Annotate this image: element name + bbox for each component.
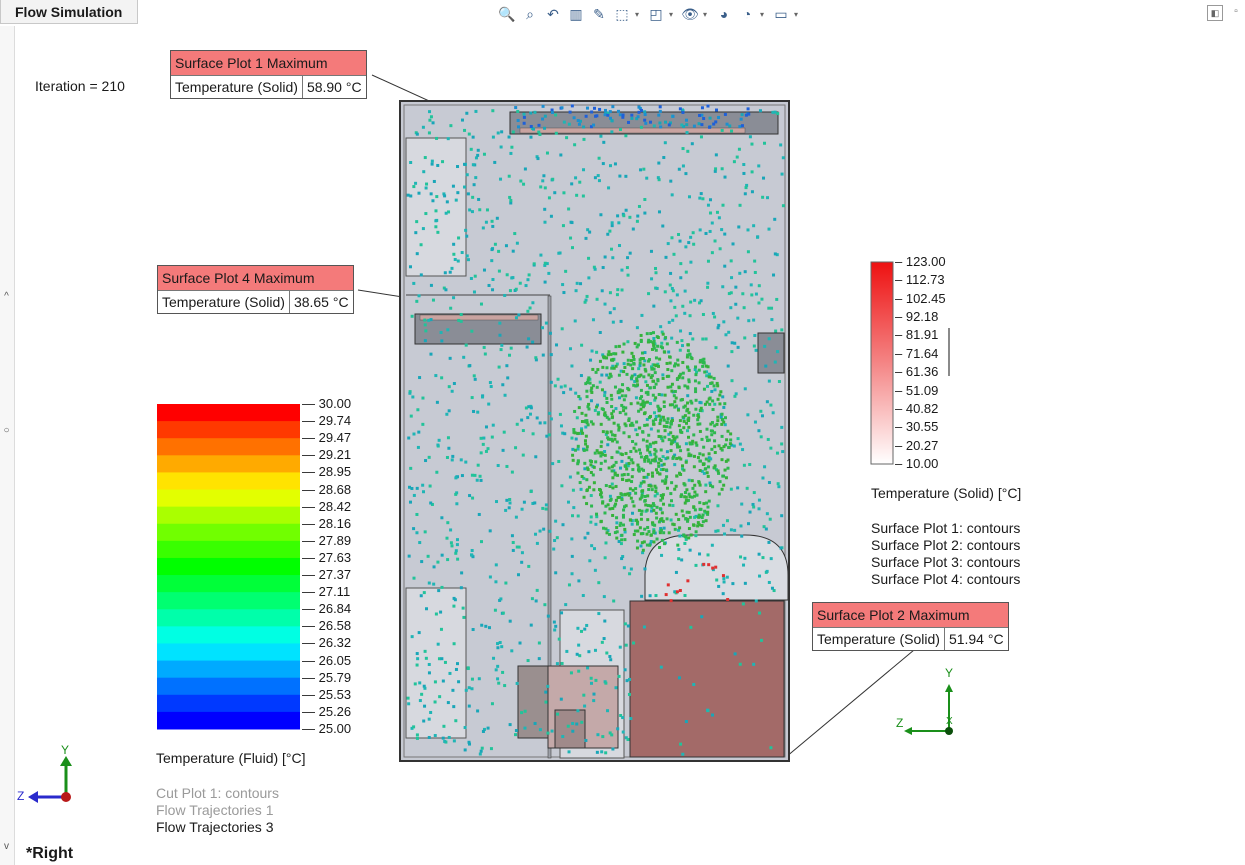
- surface-plot-4-callout[interactable]: Surface Plot 4 Maximum Temperature (Soli…: [157, 265, 354, 314]
- callout-parameter: Temperature (Solid): [171, 76, 303, 98]
- solid-legend-tick: – 71.64: [895, 345, 939, 361]
- colorbar-band: [157, 489, 300, 508]
- solid-legend-tick: – 61.36: [895, 364, 939, 380]
- colorbar-band: [157, 643, 300, 662]
- triad-right-x-label: X: [946, 716, 953, 727]
- solid-legend-label: Temperature (Solid) [°C]: [871, 485, 1022, 501]
- fluid-legend-tick: — 25.00: [302, 721, 352, 736]
- colorbar-band: [157, 711, 300, 730]
- solid-legend-tick: – 112.73: [895, 272, 945, 288]
- fluid-legend-tick: — 26.32: [302, 635, 352, 651]
- triad-right-z-label: Z: [896, 716, 904, 730]
- colorbar-band: [157, 575, 300, 593]
- solid-temperature-colorbar: [870, 261, 894, 465]
- callout-value: 58.90 °C: [306, 79, 362, 95]
- solid-legend-tick: – 20.27: [895, 437, 939, 453]
- callout-value: 51.94 °C: [948, 631, 1004, 647]
- colorbar-band: [157, 660, 300, 679]
- colorbar-band: [157, 540, 300, 559]
- fluid-legend-label: Temperature (Fluid) [°C]: [156, 750, 306, 766]
- fluid-legend-tick: — 25.26: [302, 703, 352, 719]
- fluid-legend-tick: — 25.53: [302, 686, 352, 702]
- colorbar-band: [157, 677, 300, 696]
- solid-legend-tick: – 51.09: [895, 382, 939, 398]
- plot-item-flow-trajectories-1[interactable]: Flow Trajectories 1: [156, 802, 279, 819]
- fluid-legend-tick: — 27.11: [302, 584, 351, 600]
- solid-legend-tick: – 81.91: [895, 327, 939, 343]
- fluid-legend-tick: — 26.84: [302, 601, 352, 617]
- fluid-legend-tick: — 29.47: [302, 430, 352, 446]
- triad-left-icon: [28, 756, 72, 803]
- colorbar-band: [157, 455, 300, 473]
- solid-legend-tick: – 30.55: [895, 419, 939, 435]
- colorbar-band: [157, 626, 300, 644]
- fluid-legend-tick: — 27.37: [302, 567, 352, 583]
- plot-item-cut-plot[interactable]: Cut Plot 1: contours: [156, 785, 279, 802]
- colorbar-band: [157, 523, 300, 542]
- view-name: *Right: [26, 845, 74, 862]
- solid-legend-tick: – 10.00: [895, 456, 939, 471]
- fluid-legend-tick: — 30.00: [302, 396, 352, 411]
- solid-legend-tick: – 102.45: [895, 290, 946, 306]
- left-upper-board: [405, 137, 467, 277]
- heated-block: [629, 600, 785, 758]
- colorbar-band: [157, 472, 300, 491]
- callout-title: Surface Plot 1 Maximum: [171, 51, 366, 76]
- colorbar-band: [157, 421, 300, 439]
- surface-plot-item[interactable]: Surface Plot 3: contours: [871, 554, 1020, 571]
- fluid-legend-tick: — 28.42: [302, 498, 352, 514]
- colorbar-band: [157, 557, 300, 576]
- fluid-legend-tick: — 27.89: [302, 532, 352, 548]
- fluid-legend-tick: — 26.58: [302, 618, 352, 634]
- colorbar-band: [157, 438, 300, 456]
- surface-plot-list: Surface Plot 1: contours Surface Plot 2:…: [871, 520, 1020, 588]
- surface-plot-item[interactable]: Surface Plot 4: contours: [871, 571, 1020, 588]
- callout-title: Surface Plot 4 Maximum: [158, 266, 353, 291]
- callout-value: 38.65 °C: [293, 294, 349, 310]
- solid-legend-tick: – 40.82: [895, 400, 939, 416]
- plot-item-flow-trajectories-3[interactable]: Flow Trajectories 3: [156, 819, 279, 836]
- triad-right-y-label: Y: [945, 666, 954, 680]
- triad-right-icon: [904, 684, 953, 735]
- callout-title: Surface Plot 2 Maximum: [813, 603, 1008, 628]
- colorbar-band: [157, 694, 300, 713]
- fluid-legend-tick: — 25.79: [302, 669, 352, 685]
- surface-plot-item[interactable]: Surface Plot 1: contours: [871, 520, 1020, 537]
- fluid-legend-tick: — 29.21: [302, 447, 352, 463]
- colorbar-band: [157, 592, 300, 610]
- surface-plot-2-callout[interactable]: Surface Plot 2 Maximum Temperature (Soli…: [812, 602, 1009, 651]
- callout-parameter: Temperature (Solid): [158, 291, 290, 313]
- fluid-legend-tick: — 28.68: [302, 481, 352, 497]
- colorbar-band: [157, 404, 300, 422]
- fluid-legend-tick: — 27.63: [302, 549, 352, 565]
- callout-parameter: Temperature (Solid): [813, 628, 945, 650]
- solid-legend-tick: – 92.18: [895, 309, 939, 325]
- colorbar-band: [157, 506, 300, 525]
- triad-left-y-label: Y: [61, 743, 70, 757]
- colorbar-band: [157, 609, 300, 627]
- fluid-temperature-colorbar: [157, 404, 300, 730]
- fluid-legend-tick: — 26.05: [302, 652, 352, 668]
- surface-plot-1-callout[interactable]: Surface Plot 1 Maximum Temperature (Soli…: [170, 50, 367, 99]
- solid-legend-tick: – 123.00: [895, 254, 946, 269]
- model-viewport[interactable]: [0, 0, 1245, 865]
- plot-items-list: Cut Plot 1: contours Flow Trajectories 1…: [156, 785, 279, 836]
- fluid-legend-tick: — 28.16: [302, 515, 352, 531]
- fluid-legend-tick: — 28.95: [302, 464, 352, 480]
- triad-left-z-label: Z: [17, 789, 25, 803]
- fluid-legend-tick: — 29.74: [302, 413, 352, 429]
- surface-plot-item[interactable]: Surface Plot 2: contours: [871, 537, 1020, 554]
- motor: [517, 665, 549, 739]
